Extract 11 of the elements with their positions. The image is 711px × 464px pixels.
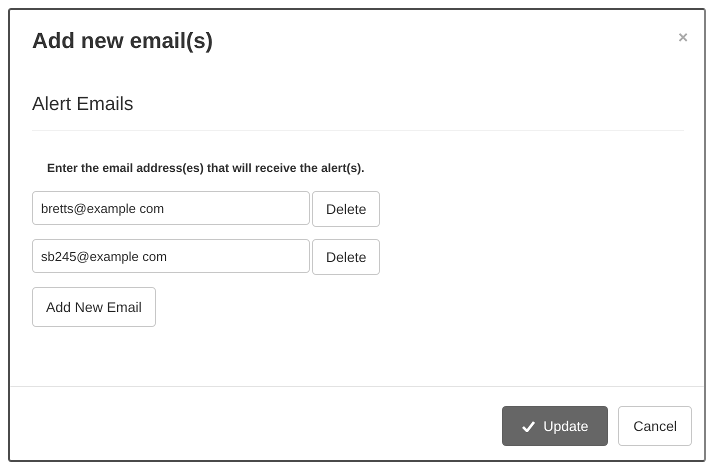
update-button[interactable]: Update (502, 406, 608, 446)
delete-button[interactable]: Delete (312, 191, 380, 227)
section-heading: Alert Emails (32, 94, 684, 131)
email-field[interactable]: bretts@example com (32, 191, 310, 225)
add-email-button[interactable]: Add New Email (32, 287, 156, 327)
dialog-title: Add new email(s) (32, 28, 213, 54)
instruction-text: Enter the email address(es) that will receive the alert(s). (47, 161, 366, 175)
delete-button[interactable]: Delete (312, 239, 380, 275)
email-field[interactable]: sb245@example com (32, 239, 310, 273)
cancel-button[interactable]: Cancel (618, 406, 692, 446)
checkmark-icon (522, 420, 536, 432)
